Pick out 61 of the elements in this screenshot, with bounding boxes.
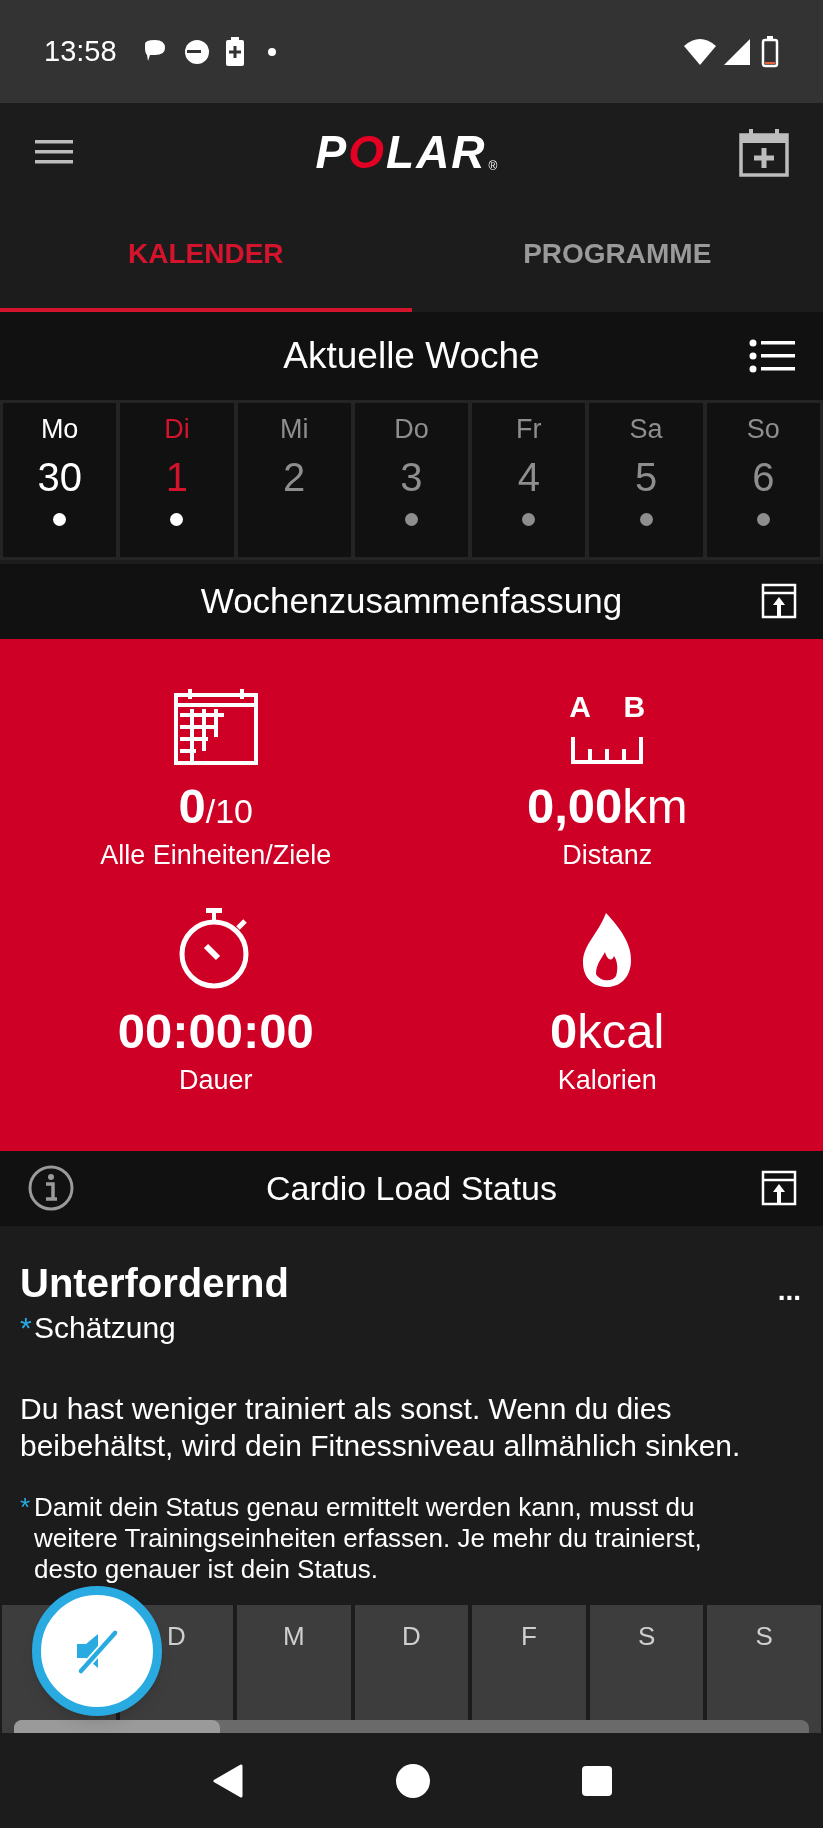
day-date: 1	[165, 454, 189, 501]
day-label: So	[746, 413, 780, 446]
status-description: Du hast weniger trainiert als sonst. Wenn du dies beibehältst, wird dein Fitnessniveau allmählich sinken.	[20, 1391, 742, 1464]
scroll-thumb[interactable]	[14, 1720, 220, 1733]
day-date: 4	[517, 454, 540, 501]
recents-icon[interactable]	[580, 1764, 613, 1797]
day-cell[interactable]: Mi 2	[237, 403, 351, 557]
day-letter: D	[166, 1620, 186, 1651]
metric-value: 00:00:00	[117, 1003, 314, 1060]
day-letter: F	[521, 1620, 537, 1651]
day-label: Mo	[40, 413, 79, 446]
calendar-icon	[173, 689, 258, 765]
info-icon[interactable]	[27, 1164, 75, 1212]
day-date: 2	[283, 454, 306, 501]
metric-value: 0kcal	[550, 1003, 665, 1060]
day-date: 30	[37, 454, 82, 501]
do-not-disturb-icon	[182, 37, 211, 66]
footnote: *Damit dein Status genau ermittelt werden kann, musst du weitere Trainingseinheiten erfassen. Je mehr du trainierst, desto genauer ist dein Status.	[20, 1492, 703, 1585]
day-cell[interactable]: Mo 30	[3, 403, 117, 557]
week-title: Aktuelle Woche	[283, 334, 540, 379]
more-button[interactable]: ...	[777, 1276, 801, 1306]
day-date: 5	[634, 454, 658, 501]
day-date: 6	[752, 454, 775, 501]
status-title: Unterfordernd	[20, 1260, 289, 1306]
day-label: Di	[164, 413, 190, 446]
calendar-add-icon[interactable]	[739, 126, 789, 177]
metric-value: 0/10	[178, 778, 253, 835]
metric-label: Distanz	[562, 839, 653, 871]
notification-dot-icon	[266, 46, 277, 57]
summary-title: Wochenzusammenfassung	[200, 580, 623, 623]
metric-label: Alle Einheiten/Ziele	[100, 839, 332, 871]
day-cell[interactable]: Do 3	[354, 403, 469, 557]
tab[interactable]: PROGRAMME	[411, 200, 823, 312]
day-label: Mi	[279, 413, 309, 446]
day-letter: S	[755, 1620, 773, 1651]
wifi-icon	[683, 37, 717, 66]
status-time: 13:58	[44, 33, 117, 69]
day-cell[interactable]: So 6	[706, 403, 820, 557]
day-label: Sa	[629, 413, 663, 446]
day-label: Fr	[516, 413, 542, 446]
day-letter: D	[402, 1620, 421, 1651]
day-label: Do	[394, 413, 429, 446]
day-cell[interactable]: Di 1	[120, 403, 234, 557]
day-cell[interactable]: Fr 4	[472, 403, 586, 557]
estimate-note: *Schätzung	[20, 1310, 176, 1346]
battery-icon	[761, 35, 779, 68]
list-icon[interactable]	[749, 339, 795, 373]
export-icon[interactable]	[761, 1170, 797, 1206]
home-icon[interactable]	[394, 1762, 431, 1799]
cardio-title: Cardio Load Status	[265, 1168, 558, 1209]
export-icon[interactable]	[761, 583, 797, 619]
battery-saver-icon	[224, 36, 245, 67]
signal-icon	[723, 37, 751, 66]
polar-logo: POLAR®	[315, 128, 498, 175]
metric-value: 0,00km	[526, 778, 688, 835]
metric-label: Kalorien	[557, 1064, 657, 1096]
day-date: 3	[400, 454, 423, 501]
day-letter: M	[283, 1620, 305, 1651]
metric-label: Dauer	[178, 1064, 253, 1096]
day-letter: S	[637, 1620, 656, 1651]
day-cell[interactable]: Sa 5	[589, 403, 703, 557]
